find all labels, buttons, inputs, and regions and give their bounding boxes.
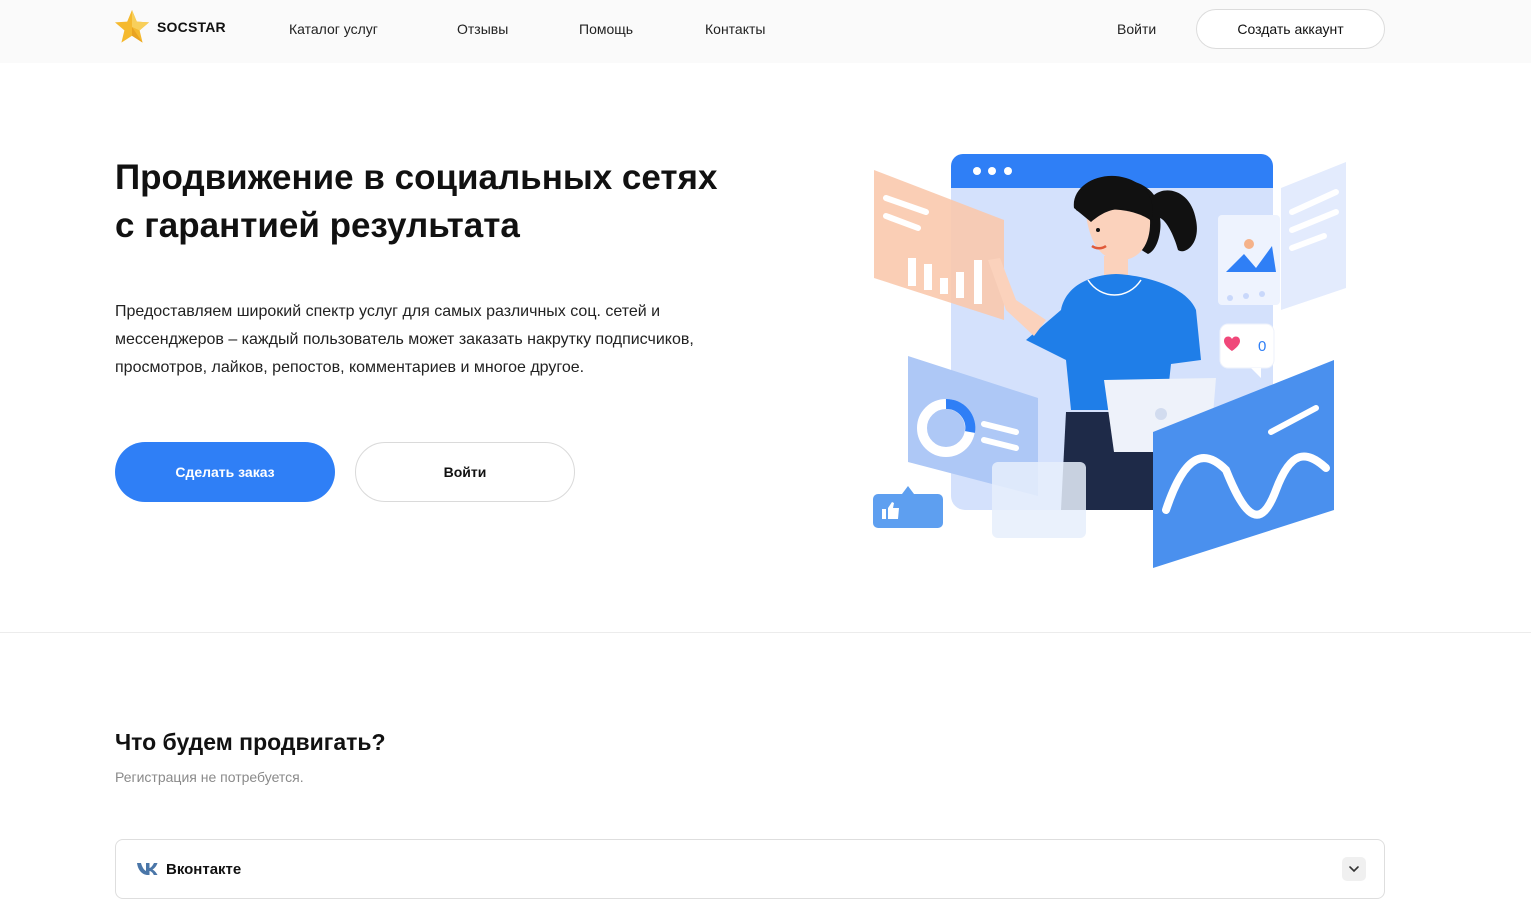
like-count: 0 [1258,338,1266,355]
hero-description: Предоставляем широкий спектр услуг для с… [115,298,805,382]
nav-catalog[interactable]: Каталог услуг [289,21,378,37]
nav-contacts[interactable]: Контакты [705,21,765,37]
section-title: Что будем продвигать? [115,729,386,755]
accordion-vkontakte[interactable]: Вконтакте [115,839,1385,899]
hero-title-line-2: с гарантией результата [115,206,520,245]
hero-title: Продвижение в социальных сетях с гаранти… [115,154,815,250]
section-subtitle: Регистрация не потребуется. [115,769,304,785]
section-divider [0,632,1531,633]
hero-illustration: 0 [873,154,1346,568]
hero-desc-line-3: просмотров, лайков, репостов, комментари… [115,359,585,376]
nav-help[interactable]: Помощь [579,21,633,37]
logo[interactable]: SOCSTAR [114,10,226,44]
hero-desc-line-2: мессенджеров – каждый пользователь может… [115,331,694,348]
hero-login-button[interactable]: Войти [355,442,575,502]
chevron-down-icon[interactable] [1342,857,1366,881]
vk-icon [137,863,158,875]
hero-desc-line-1: Предоставляем широкий спектр услуг для с… [115,303,661,320]
header-login-link[interactable]: Войти [1117,21,1156,37]
create-account-button[interactable]: Создать аккаунт [1196,9,1385,49]
logo-text: SOCSTAR [157,19,226,35]
make-order-button[interactable]: Сделать заказ [115,442,335,502]
hero-title-line-1: Продвижение в социальных сетях [115,158,718,197]
star-logo-icon [115,10,149,43]
nav-reviews[interactable]: Отзывы [457,21,508,37]
site-header: SOCSTAR Каталог услуг Отзывы Помощь Конт… [0,0,1531,63]
accordion-label: Вконтакте [166,861,242,878]
